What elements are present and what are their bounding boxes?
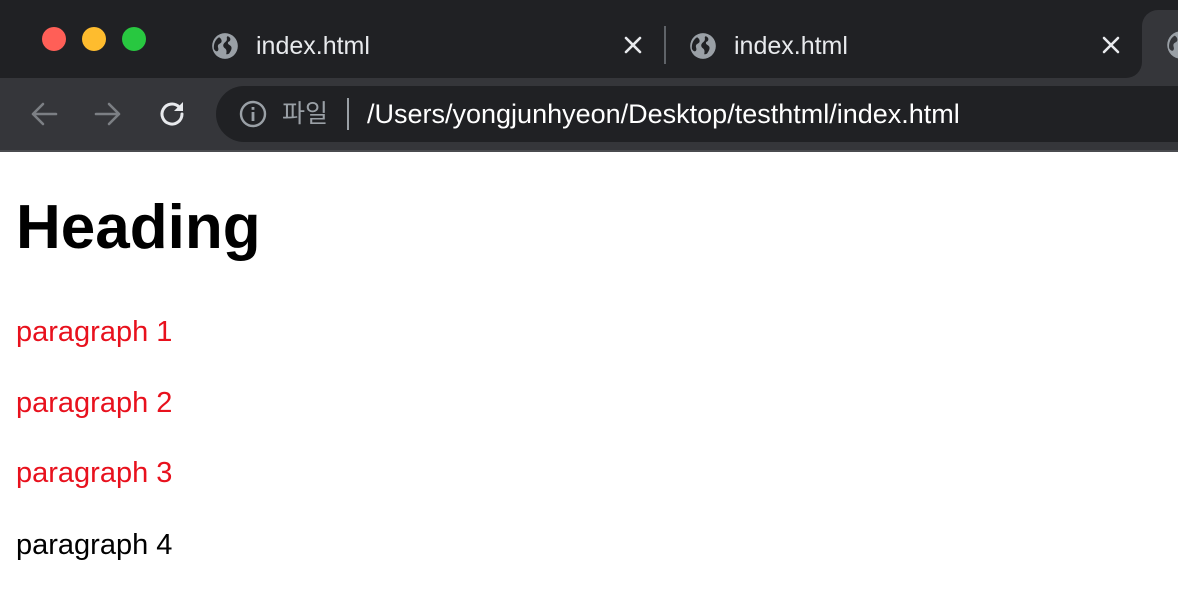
forward-button[interactable] bbox=[92, 98, 124, 130]
tab-index-html-1[interactable]: index.html bbox=[210, 14, 650, 78]
globe-icon bbox=[210, 31, 240, 61]
omnibox-separator bbox=[347, 98, 349, 130]
tab-title: index.html bbox=[256, 31, 370, 60]
arrow-left-icon bbox=[31, 102, 58, 126]
browser-window: index.html index.html 파일 /Users/yongjunh… bbox=[0, 0, 1178, 614]
paragraph-3: paragraph 3 bbox=[16, 457, 173, 489]
globe-icon bbox=[1166, 30, 1178, 60]
globe-icon bbox=[688, 31, 718, 61]
tab-corner bbox=[1126, 62, 1142, 78]
reload-icon bbox=[160, 102, 184, 126]
tab-divider bbox=[664, 26, 666, 64]
page-heading: Heading bbox=[16, 193, 261, 262]
window-close-button[interactable] bbox=[42, 27, 66, 51]
tab-strip: index.html index.html bbox=[0, 0, 1178, 78]
tab-title: index.html bbox=[734, 31, 848, 60]
reload-button[interactable] bbox=[156, 98, 188, 130]
tab-index-html-2[interactable]: index.html bbox=[688, 14, 1128, 78]
tab-active[interactable] bbox=[1142, 10, 1178, 78]
window-zoom-button[interactable] bbox=[122, 27, 146, 51]
back-button[interactable] bbox=[28, 98, 60, 130]
scheme-label: 파일 bbox=[282, 99, 329, 128]
close-icon[interactable] bbox=[1096, 30, 1126, 60]
toolbar: 파일 /Users/yongjunhyeon/Desktop/testhtml/… bbox=[0, 78, 1178, 150]
url-text[interactable]: /Users/yongjunhyeon/Desktop/testhtml/ind… bbox=[367, 98, 960, 130]
paragraph-4: paragraph 4 bbox=[16, 529, 173, 561]
window-minimize-button[interactable] bbox=[82, 27, 106, 51]
arrow-right-icon bbox=[94, 102, 121, 126]
page-content: Heading paragraph 1 paragraph 2 paragrap… bbox=[0, 152, 1178, 614]
info-icon[interactable] bbox=[238, 99, 268, 129]
close-icon[interactable] bbox=[618, 30, 648, 60]
paragraph-1: paragraph 1 bbox=[16, 316, 173, 348]
address-bar[interactable]: 파일 /Users/yongjunhyeon/Desktop/testhtml/… bbox=[216, 86, 1178, 142]
paragraph-2: paragraph 2 bbox=[16, 387, 173, 419]
